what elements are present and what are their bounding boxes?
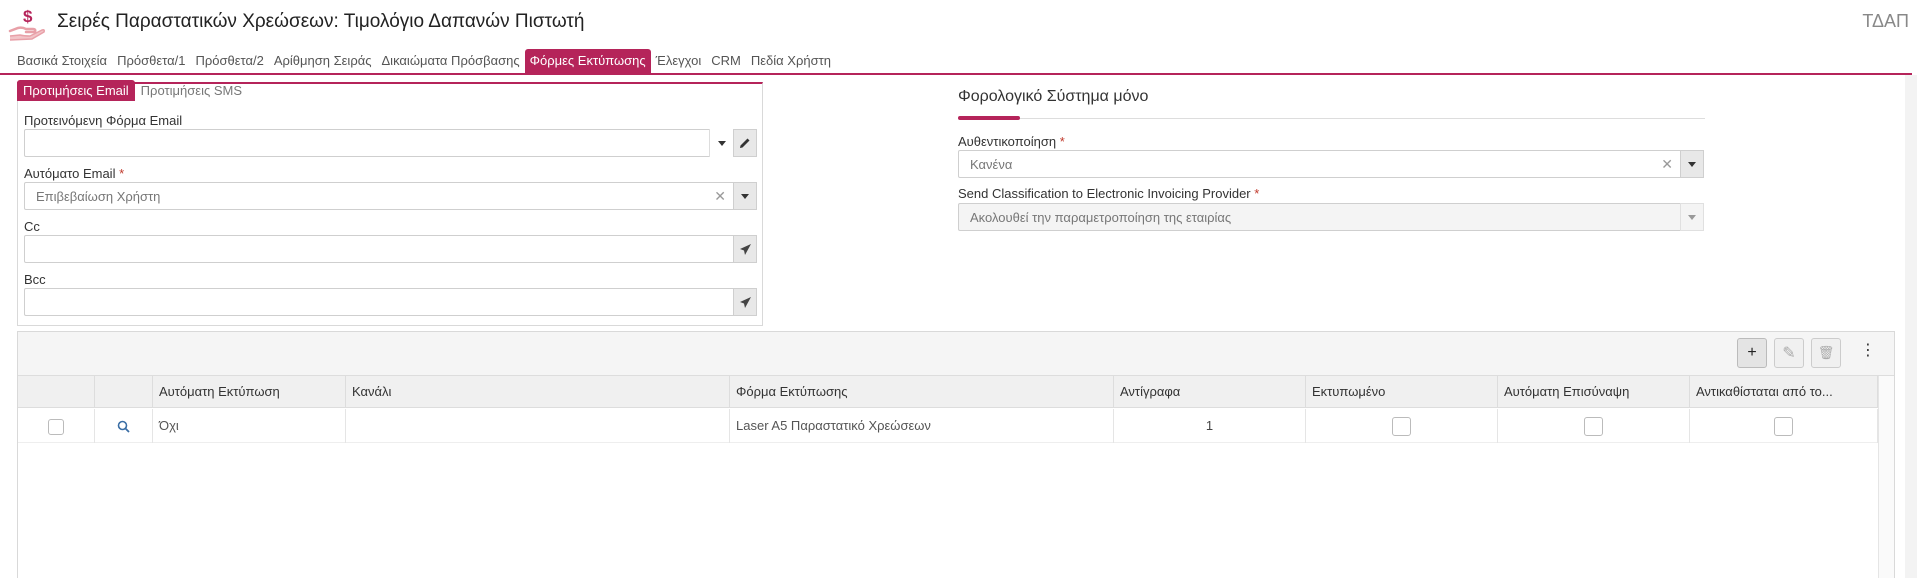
tab-print-forms[interactable]: Φόρμες Εκτύπωσης bbox=[524, 49, 651, 73]
subtab-sms-preferences[interactable]: Προτιμήσεις SMS bbox=[135, 80, 248, 101]
search-icon[interactable] bbox=[117, 420, 130, 433]
select-column bbox=[18, 376, 95, 408]
page-title: Σειρές Παραστατικών Χρεώσεων: Τιμολόγιο … bbox=[57, 11, 585, 32]
tab-extra-2[interactable]: Πρόσθετα/2 bbox=[190, 49, 268, 73]
table-row[interactable]: Όχι Laser A5 Παραστατικό Χρεώσεων 1 bbox=[18, 409, 1878, 443]
replaced-by-cell bbox=[1690, 409, 1878, 443]
section-divider bbox=[958, 118, 1705, 119]
cc-send-button[interactable] bbox=[733, 235, 757, 263]
tab-access-rights[interactable]: Δικαιώματα Πρόσβασης bbox=[377, 49, 525, 73]
auto-attach-checkbox[interactable] bbox=[1584, 417, 1603, 437]
classification-field: Ακολουθεί την παραμετροποίηση της εταιρί… bbox=[958, 203, 1704, 231]
authentication-field[interactable]: Κανένα ✕ bbox=[958, 150, 1704, 178]
tab-crm[interactable]: CRM bbox=[706, 49, 746, 73]
required-mark: * bbox=[119, 166, 125, 181]
dropdown-button[interactable] bbox=[709, 129, 733, 157]
print-form-cell[interactable]: Laser A5 Παραστατικό Χρεώσεων bbox=[730, 409, 1114, 443]
copies-cell[interactable]: 1 bbox=[1114, 409, 1306, 443]
series-code: ΤΔΑΠ bbox=[1862, 11, 1909, 31]
auto-email-label: Αυτόματο Email * bbox=[24, 166, 125, 181]
dropdown-button[interactable] bbox=[1680, 150, 1704, 178]
row-checkbox[interactable] bbox=[48, 418, 64, 435]
column-header[interactable]: Εκτυπωμένο bbox=[1306, 376, 1498, 408]
column-header[interactable]: Αντίγραφα bbox=[1114, 376, 1306, 408]
cc-field[interactable] bbox=[24, 235, 757, 263]
chevron-down-icon bbox=[1688, 214, 1696, 220]
auto-email-value: Επιβεβαίωση Χρήστη bbox=[36, 189, 161, 204]
clear-icon[interactable]: ✕ bbox=[714, 188, 726, 205]
authentication-label: Αυθεντικοποίηση * bbox=[958, 134, 1065, 149]
pencil-icon: ✎ bbox=[1782, 345, 1796, 362]
classification-value: Ακολουθεί την παραμετροποίηση της εταιρί… bbox=[970, 210, 1232, 225]
printed-checkbox[interactable] bbox=[1392, 417, 1411, 437]
bcc-field[interactable] bbox=[24, 288, 757, 316]
column-header[interactable]: Φόρμα Εκτύπωσης bbox=[730, 376, 1114, 408]
authentication-value: Κανένα bbox=[970, 157, 1013, 172]
bcc-send-button[interactable] bbox=[733, 288, 757, 316]
subtab-email-preferences[interactable]: Προτιμήσεις Email bbox=[17, 80, 135, 101]
printed-cell bbox=[1306, 409, 1498, 443]
preferences-subtabs: Προτιμήσεις Email Προτιμήσεις SMS bbox=[17, 80, 248, 104]
chevron-down-icon bbox=[741, 193, 749, 199]
channel-cell[interactable] bbox=[346, 409, 730, 443]
tab-extra-1[interactable]: Πρόσθετα/1 bbox=[112, 49, 190, 73]
tab-checks[interactable]: Έλεγχοι bbox=[651, 49, 707, 73]
grid-scrollbar[interactable] bbox=[1878, 376, 1894, 578]
default-email-form-label: Προτεινόμενη Φόρμα Email bbox=[24, 113, 183, 128]
trash-icon: 🗑 bbox=[1817, 345, 1835, 360]
tax-system-title: Φορολογικό Σύστημα μόνο bbox=[958, 88, 1149, 105]
svg-text:$: $ bbox=[23, 7, 33, 26]
column-header[interactable]: Αυτόματη Επισύναψη bbox=[1498, 376, 1690, 408]
bcc-label: Bcc bbox=[24, 272, 46, 287]
edit-form-button[interactable] bbox=[733, 129, 757, 157]
column-header[interactable]: Κανάλι bbox=[346, 376, 730, 408]
auto-print-cell[interactable]: Όχι bbox=[153, 409, 346, 443]
dropdown-button bbox=[1680, 203, 1704, 231]
column-header[interactable]: Αυτόματη Εκτύπωση bbox=[153, 376, 346, 408]
edit-button[interactable]: ✎ bbox=[1774, 338, 1804, 368]
tab-series-numbering[interactable]: Αρίθμηση Σειράς bbox=[269, 49, 377, 73]
grid-header: Αυτόματη Εκτύπωση Κανάλι Φόρμα Εκτύπωσης… bbox=[18, 376, 1878, 408]
clear-icon[interactable]: ✕ bbox=[1661, 156, 1673, 173]
default-email-form-field[interactable] bbox=[24, 129, 757, 157]
required-mark: * bbox=[1254, 186, 1260, 201]
chevron-down-icon bbox=[1688, 161, 1696, 167]
page-header: $ Σειρές Παραστατικών Χρεώσεων: Τιμολόγι… bbox=[0, 0, 1917, 44]
tab-basic-info[interactable]: Βασικά Στοιχεία bbox=[12, 49, 112, 73]
auto-email-field[interactable]: Επιβεβαίωση Χρήστη ✕ bbox=[24, 182, 757, 210]
main-tabs: Βασικά Στοιχεία Πρόσθετα/1 Πρόσθετα/2 Αρ… bbox=[0, 48, 1912, 75]
auto-attach-cell bbox=[1498, 409, 1690, 443]
send-icon bbox=[739, 296, 751, 308]
print-forms-grid: + ✎ 🗑 ⋮ Αυτόματη Εκτύπωση Κανάλι Φόρμα Ε… bbox=[17, 331, 1895, 578]
classification-label: Send Classification to Electronic Invoic… bbox=[958, 186, 1260, 201]
delete-button[interactable]: 🗑 bbox=[1811, 338, 1841, 368]
section-accent bbox=[958, 116, 1020, 120]
replaced-by-checkbox[interactable] bbox=[1774, 417, 1793, 437]
money-hand-icon: $ bbox=[8, 7, 45, 41]
page-scrollbar[interactable] bbox=[1905, 75, 1917, 578]
row-select-cell bbox=[18, 409, 95, 443]
send-icon bbox=[739, 243, 751, 255]
pencil-icon bbox=[740, 138, 750, 148]
row-search-cell bbox=[95, 409, 153, 443]
cc-label: Cc bbox=[24, 219, 40, 234]
more-options-icon[interactable]: ⋮ bbox=[1860, 340, 1876, 360]
chevron-down-icon bbox=[717, 140, 726, 146]
search-column bbox=[95, 376, 153, 408]
dropdown-button[interactable] bbox=[733, 182, 757, 210]
grid-toolbar: + ✎ 🗑 ⋮ bbox=[18, 332, 1894, 376]
tab-user-fields[interactable]: Πεδία Χρήστη bbox=[746, 49, 836, 73]
required-mark: * bbox=[1059, 134, 1065, 149]
column-header[interactable]: Αντικαθίσταται από το... bbox=[1690, 376, 1878, 408]
add-button[interactable]: + bbox=[1737, 338, 1767, 368]
plus-icon: + bbox=[1747, 344, 1757, 361]
